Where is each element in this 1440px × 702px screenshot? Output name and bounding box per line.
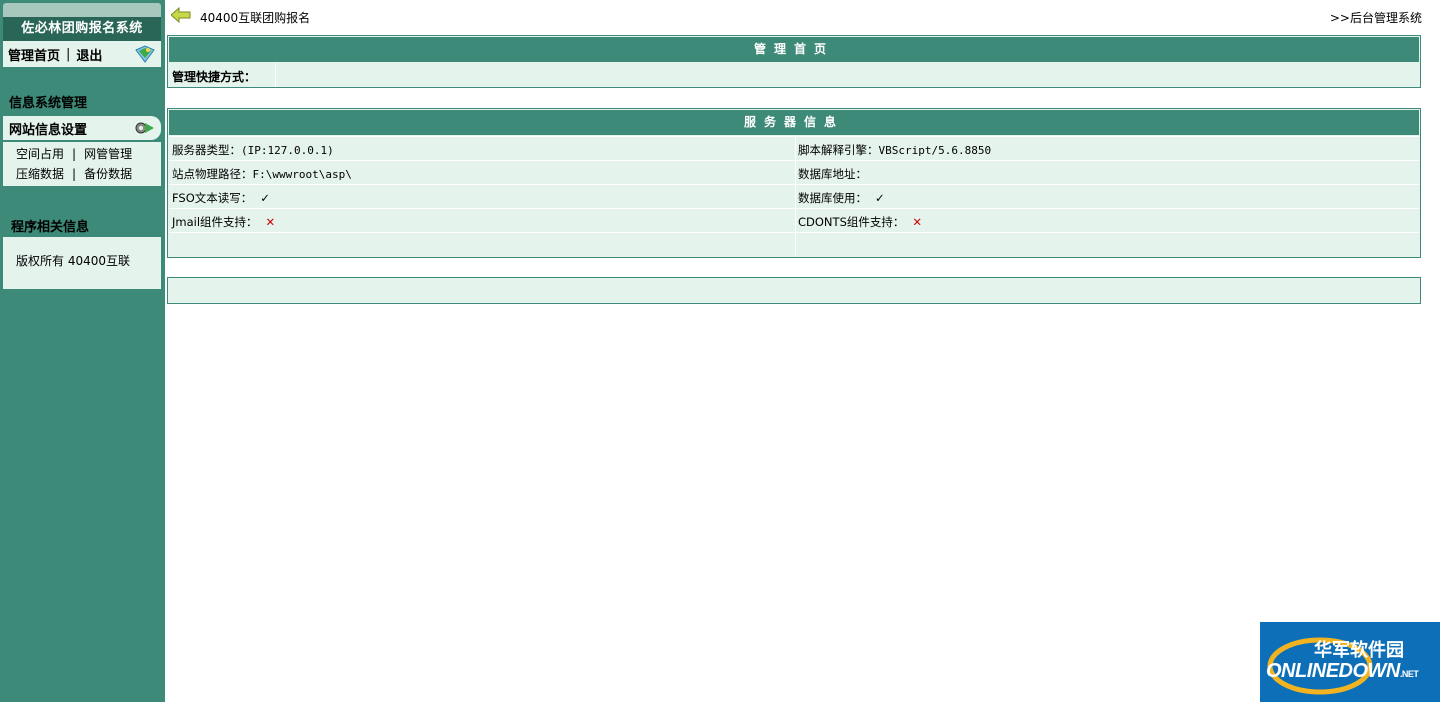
table-row: 服务器类型：(IP:127.0.0.1) 脚本解释引擎：VBScript/5.6… [169,136,1419,160]
server-info-panel: 服务器信息 服务器类型：(IP:127.0.0.1) 脚本解释引擎：VBScri… [167,108,1421,258]
cdonts-cell: CDONTS组件支持： ✕ [795,209,1419,232]
cross-icon: ✕ [265,215,276,229]
nav-home-link[interactable]: 管理首页 [8,45,60,64]
table-row [169,232,1419,256]
sidebar-nav: 管理首页 | 退出 [3,41,161,67]
backend-system-label: >>后台管理系统 [1329,11,1422,25]
check-icon: ✓ [875,191,885,205]
system-title: 佐必林团购报名系统 [3,17,161,41]
menu-backup-data[interactable]: 备份数据 [84,167,132,181]
admin-shortcut-row: 管理快捷方式： [169,63,1419,87]
sidebar: 佐必林团购报名系统 管理首页 | 退出 信息系统管理 网站信息设置 空间占用 | 网… [0,0,165,702]
menu-space-usage[interactable]: 空间占用 [16,147,64,161]
check-icon: ✓ [260,191,270,205]
admin-shortcut-label: 管理快捷方式： [172,70,257,84]
physical-path-cell: 站点物理路径：F:\wwwroot\asp\ [172,167,352,181]
script-engine-cell: 脚本解释引擎：VBScript/5.6.8850 [795,137,1419,160]
admin-shortcut-value [275,63,1419,87]
admin-home-title: 管理首页 [169,37,1419,62]
menu-site-settings[interactable]: 网站信息设置 [3,116,161,140]
server-type-cell: 服务器类型：(IP:127.0.0.1) [172,143,334,157]
nav-logout-link[interactable]: 退出 [76,45,102,64]
footer-panel [167,277,1421,304]
admin-home-panel: 管理首页 管理快捷方式： [167,35,1421,88]
cross-icon: ✕ [912,215,923,229]
top-bar: 40400互联团购报名 >>后台管理系统 [166,0,1440,32]
fso-cell: FSO文本读写： ✓ [172,191,270,205]
submenu-row: 空间占用 | 网管管理 [16,147,133,161]
watermark-en: ONLINEDOWN.NET [1266,660,1419,682]
back-arrow-icon[interactable] [171,7,191,23]
server-info-title: 服务器信息 [169,110,1419,135]
watermark-cn: 华军软件园 [1314,640,1404,661]
map-gem-icon [135,45,155,63]
site-settings-submenu: 空间占用 | 网管管理 压缩数据 | 备份数据 [3,142,161,186]
site-name: 40400互联团购报名 [200,11,311,25]
menu-site-settings-label: 网站信息设置 [9,122,88,138]
empty-cell [795,233,1419,256]
empty-cell [169,233,795,256]
nav-separator: | [66,46,71,62]
sidebar-top-strip [3,3,161,17]
section-program-info: 程序相关信息 [11,220,90,235]
copyright-text: 版权所有 40400互联 [16,254,130,268]
table-row: 站点物理路径：F:\wwwroot\asp\ 数据库地址： [169,160,1419,184]
database-address-cell: 数据库地址： [795,161,1419,184]
menu-compress-data[interactable]: 压缩数据 [16,167,64,181]
onlinedown-watermark: 华军软件园 ONLINEDOWN.NET [1260,622,1440,702]
copyright-box: 版权所有 40400互联 [3,237,161,289]
jmail-cell: Jmail组件支持： ✕ [172,215,276,229]
table-row: FSO文本读写： ✓ 数据库使用： ✓ [169,184,1419,208]
submenu-row: 压缩数据 | 备份数据 [16,167,133,181]
menu-admin-management[interactable]: 网管管理 [84,147,132,161]
database-use-cell: 数据库使用： ✓ [795,185,1419,208]
gear-icon [135,122,154,134]
server-info-table: 服务器类型：(IP:127.0.0.1) 脚本解释引擎：VBScript/5.6… [169,136,1419,256]
table-row: Jmail组件支持： ✕ CDONTS组件支持： ✕ [169,208,1419,232]
section-info-management: 信息系统管理 [9,96,88,111]
